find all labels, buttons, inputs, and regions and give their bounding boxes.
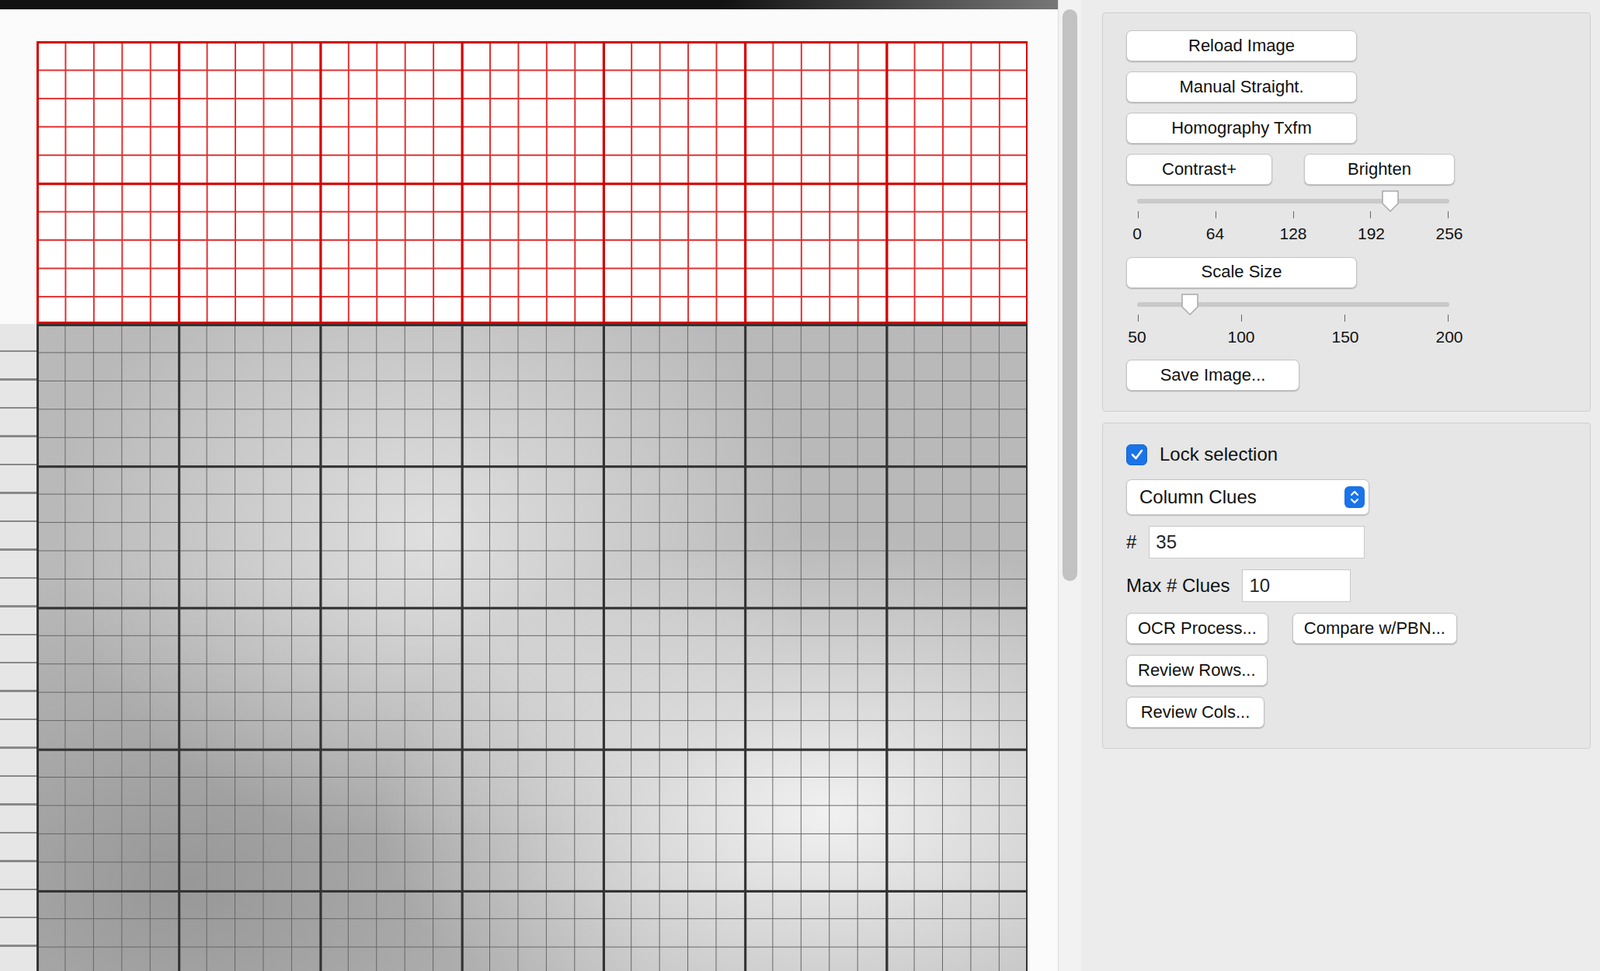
column-clue-selection-grid[interactable] [36,41,1028,324]
brightness-slider-tick-labels: 0 64 128 192 256 [1116,221,1471,247]
max-clues-row: Max # Clues [1126,569,1567,602]
contrast-button[interactable]: Contrast+ [1126,153,1273,185]
tick-label: 50 [1116,324,1159,350]
check-icon [1130,447,1145,462]
scrollbar-track[interactable] [1062,9,1078,962]
brightness-slider-track[interactable] [1137,198,1450,204]
ocr-panel: Lock selection Column Clues# Max # Clues OC… [1102,422,1591,749]
toolbar-button[interactable]: Reload Image [1126,30,1357,62]
tick-mark [1344,314,1346,322]
image-edge [0,0,1058,10]
tick-label: 192 [1350,221,1393,247]
brightness-slider: 064128192256 [1137,187,1450,247]
max-clues-label: Max # Clues [1126,571,1230,600]
tick-mark [1137,314,1139,322]
scale-slider-ticks [1137,314,1450,322]
save-image-button[interactable]: Save Image... [1126,359,1300,391]
action-button[interactable]: Review Cols... [1126,696,1265,728]
control-sidebar: Reload Image Manual Straight. Homography T… [1081,0,1600,971]
tick-label: 200 [1428,324,1471,350]
action-button-row: OCR Process... Compare w/PBN... [1126,612,1567,644]
clue-number-label: # [1126,528,1137,557]
action-button[interactable]: Compare w/PBN... [1292,612,1458,644]
select-arrows-icon[interactable] [1344,486,1365,508]
puzzle-grid [36,323,1028,971]
tick-mark [1293,211,1294,219]
action-button[interactable]: OCR Process... [1126,612,1269,644]
vertical-scrollbar[interactable] [1057,0,1082,971]
tick-mark [1137,211,1139,219]
tick-label: 128 [1272,221,1315,247]
scale-slider-thumb[interactable] [1180,292,1200,317]
tick-mark [1215,211,1217,219]
toolbar-button[interactable]: Homography Txfm [1126,112,1357,144]
brighten-button[interactable]: Brighten [1304,153,1455,185]
row-clue-edge [0,323,37,971]
tick-label: 256 [1428,221,1471,247]
lock-selection-row[interactable]: Lock selection [1126,440,1567,469]
clue-type-value: Column Clues [1139,483,1257,512]
tick-label: 64 [1194,221,1237,247]
scanned-puzzle-image[interactable] [0,0,1058,971]
clue-type-select[interactable]: Column Clues [1126,479,1370,515]
action-button-row: Review Rows... [1126,654,1567,686]
action-button-row: Review Cols... [1126,696,1567,728]
scale-slider-tick-labels: 50 100 150 200 [1116,324,1471,350]
image-tools-panel: Reload Image Manual Straight. Homography T… [1102,12,1591,412]
adjust-row: Contrast+ Brighten [1126,153,1567,185]
scale-slider: 50100150200 [1137,291,1450,350]
tick-mark [1447,211,1449,219]
toolbar-button[interactable]: Manual Straight. [1126,71,1357,103]
tick-label: 0 [1116,221,1159,247]
action-button[interactable]: Review Rows... [1126,654,1268,686]
max-clues-input[interactable] [1241,569,1351,602]
tick-mark [1447,314,1449,322]
brightness-slider-thumb[interactable] [1380,189,1400,213]
lock-selection-checkbox[interactable] [1126,444,1148,466]
scrollbar-thumb[interactable] [1062,9,1078,581]
lock-selection-label[interactable]: Lock selection [1159,440,1278,469]
tick-label: 100 [1220,324,1263,350]
tick-label: 150 [1324,324,1367,350]
scale-size-button[interactable]: Scale Size [1126,257,1357,289]
scale-slider-track[interactable] [1137,302,1450,307]
clue-number-row: # [1126,525,1567,559]
puzzle-grid-area [36,323,1058,971]
image-content [0,9,1058,971]
clue-number-input[interactable] [1148,525,1365,559]
tick-mark [1370,211,1371,219]
brightness-slider-ticks [1137,211,1450,219]
tick-mark [1241,314,1242,322]
